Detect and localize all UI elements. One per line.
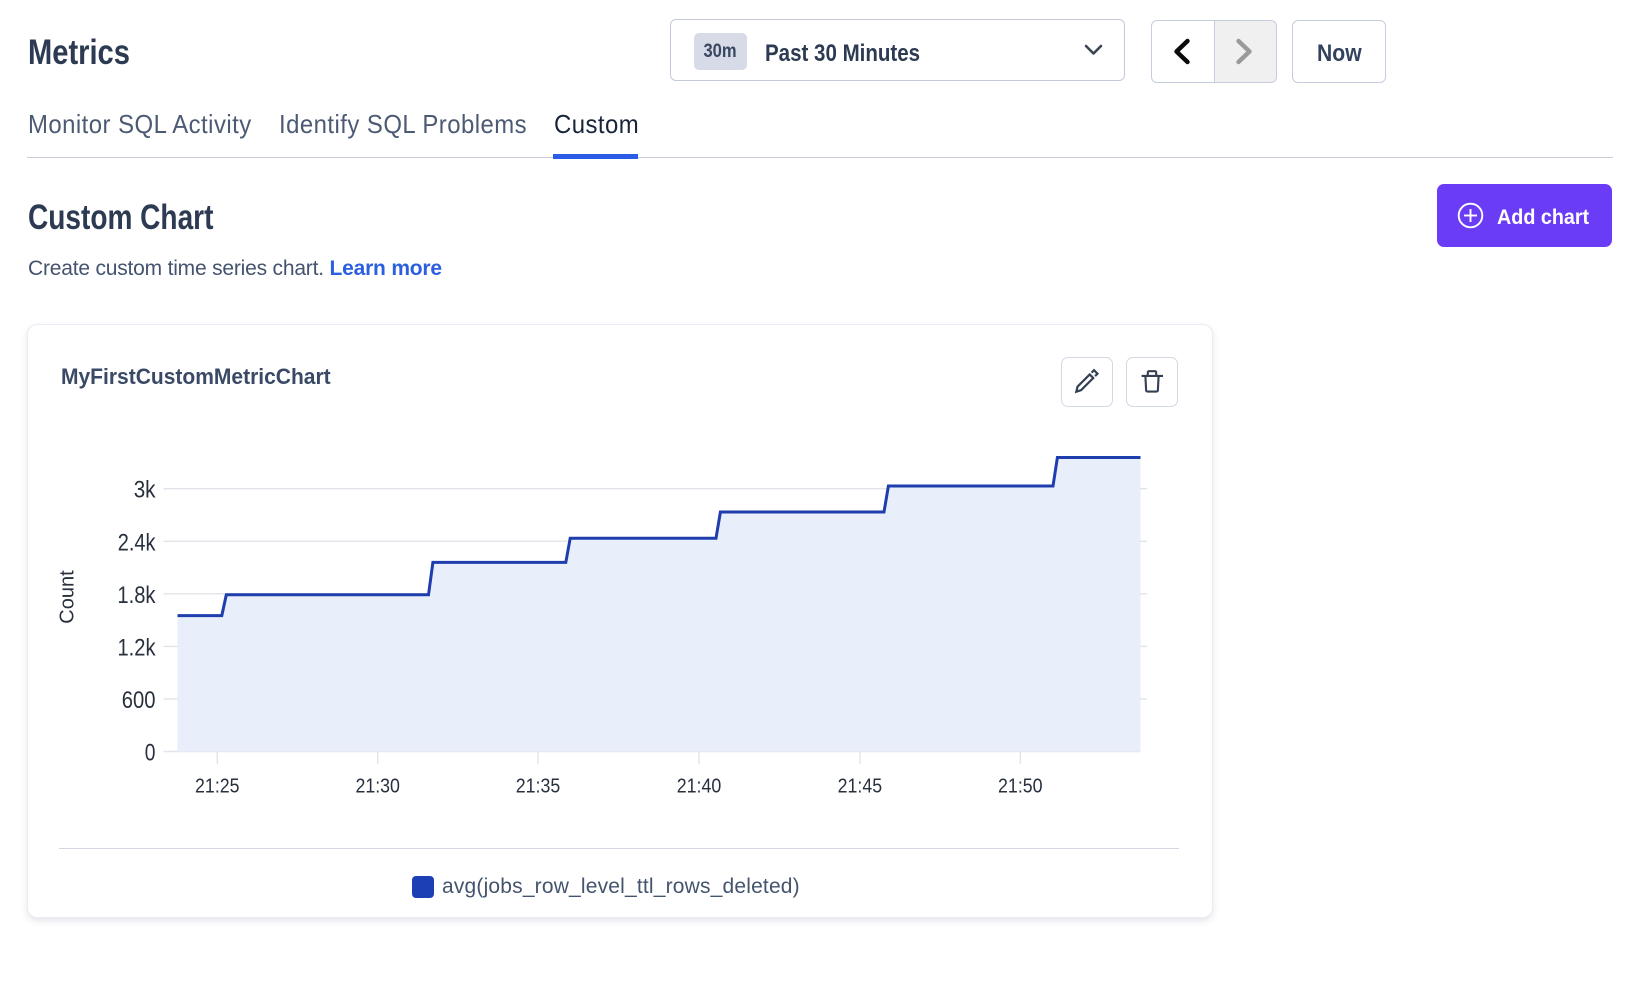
svg-text:Count: Count — [57, 570, 79, 624]
svg-text:1.2k: 1.2k — [118, 634, 157, 661]
svg-text:21:45: 21:45 — [838, 776, 883, 798]
svg-text:21:35: 21:35 — [516, 776, 561, 798]
svg-text:21:50: 21:50 — [998, 776, 1043, 798]
svg-text:0: 0 — [145, 740, 156, 767]
svg-text:600: 600 — [122, 687, 156, 714]
svg-text:3k: 3k — [134, 477, 157, 504]
svg-text:21:40: 21:40 — [677, 776, 722, 798]
svg-text:21:30: 21:30 — [355, 776, 400, 798]
svg-text:21:25: 21:25 — [195, 776, 240, 798]
svg-text:2.4k: 2.4k — [118, 529, 157, 556]
svg-text:1.8k: 1.8k — [117, 582, 156, 609]
